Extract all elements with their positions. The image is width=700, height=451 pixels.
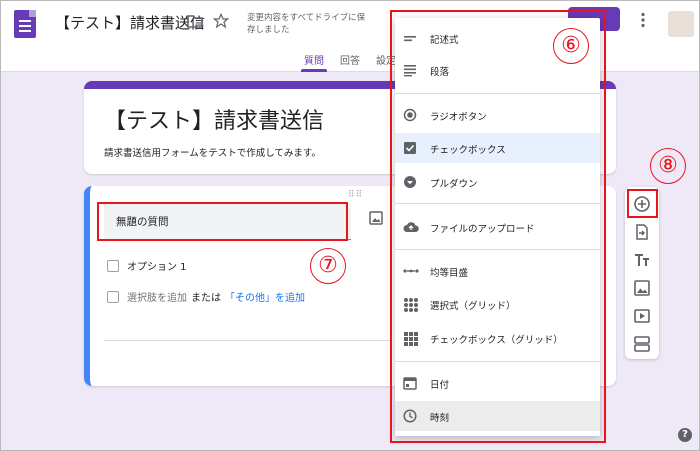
image-icon[interactable] xyxy=(369,211,383,225)
or-text: または xyxy=(191,293,221,304)
tab-responses[interactable]: 回答 xyxy=(340,52,360,72)
more-vert-icon[interactable] xyxy=(640,12,646,28)
question-highlight-box xyxy=(97,202,348,241)
add-option-checkbox-icon xyxy=(107,290,119,303)
annotation-number-7: ⑦ xyxy=(310,248,346,284)
add-button-highlight-box xyxy=(627,189,658,218)
tab-questions[interactable]: 質問 xyxy=(301,52,327,72)
add-section-icon[interactable] xyxy=(633,335,651,353)
add-option-row: 選択肢を追加 または 「その他」を追加 xyxy=(107,289,305,305)
option-label[interactable]: オプション 1 xyxy=(127,262,187,273)
add-other-link[interactable]: 「その他」を追加 xyxy=(225,293,305,304)
option-row[interactable]: オプション 1 xyxy=(107,258,187,274)
form-description[interactable]: 請求書送信用フォームをテストで作成してみます。 xyxy=(104,145,321,159)
annotation-number-8: ⑧ xyxy=(650,148,686,184)
add-option-link[interactable]: 選択肢を追加 xyxy=(127,293,187,304)
menu-highlight-box xyxy=(390,10,606,443)
form-title[interactable]: 【テスト】請求書送信 xyxy=(104,103,324,135)
divider xyxy=(104,340,390,341)
option-checkbox-icon xyxy=(107,259,119,272)
folder-icon[interactable] xyxy=(187,14,203,28)
import-questions-icon[interactable] xyxy=(633,223,651,241)
document-title[interactable]: 【テスト】請求書送信 xyxy=(55,12,205,33)
add-title-icon[interactable] xyxy=(633,251,651,269)
drag-handle-icon[interactable]: ⠿⠿ xyxy=(348,190,363,200)
add-image-icon[interactable] xyxy=(633,279,651,297)
star-icon[interactable] xyxy=(213,13,229,29)
annotation-number-6: ⑥ xyxy=(553,28,589,64)
add-video-icon[interactable] xyxy=(633,307,651,325)
forms-logo-icon[interactable] xyxy=(14,10,36,38)
save-status: 変更内容をすべてドライブに保存しました xyxy=(247,13,366,35)
avatar[interactable] xyxy=(668,11,694,37)
help-icon[interactable]: ? xyxy=(678,428,692,442)
